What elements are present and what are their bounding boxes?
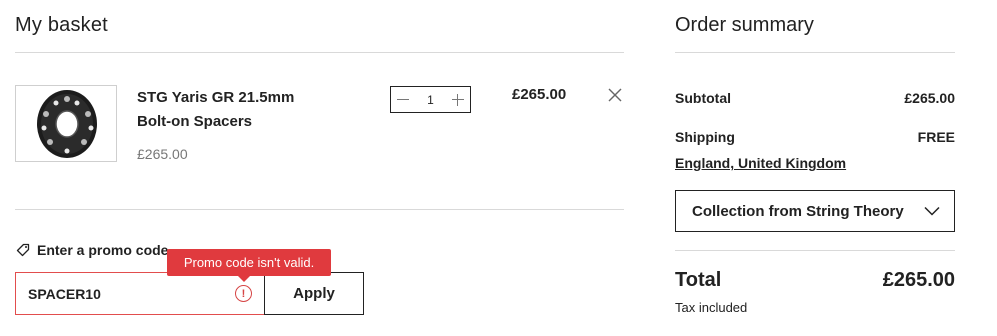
total-divider [675,250,955,251]
apply-promo-button[interactable]: Apply [264,272,364,315]
decrease-quantity-button[interactable] [396,93,410,107]
subtotal-value: £265.00 [904,90,955,106]
subtotal-row: Subtotal £265.00 [675,90,955,106]
shipping-row: Shipping FREE [675,129,955,145]
shipping-destination-link[interactable]: England, United Kingdom [675,155,846,171]
total-value: £265.00 [882,269,955,291]
subtotal-label: Subtotal [675,90,731,106]
tag-icon [16,243,30,257]
basket-header-divider [15,52,624,53]
shipping-method-value: Collection from String Theory [692,202,904,220]
tax-note: Tax included [675,300,748,315]
total-row: Total £265.00 [675,269,955,292]
close-icon[interactable] [607,87,623,103]
error-circle-icon: ! [235,285,252,302]
product-name[interactable]: STG Yaris GR 21.5mm Bolt-on Spacers [137,86,327,134]
line-total: £265.00 [512,86,567,103]
product-thumbnail[interactable] [15,85,117,162]
total-label: Total [675,269,722,291]
summary-header-divider [675,52,955,53]
product-unit-price: £265.00 [137,146,188,162]
promo-code-input[interactable]: SPACER10 [15,272,265,315]
tooltip-arrow [238,276,250,282]
promo-code-label-text: Enter a promo code [37,242,169,258]
quantity-stepper[interactable]: 1 [390,86,471,113]
shipping-method-select[interactable]: Collection from String Theory [675,190,955,232]
increase-quantity-button[interactable] [451,93,465,107]
basket-title: My basket [15,14,108,36]
promo-code-value: SPACER10 [28,285,101,302]
item-divider [15,209,624,210]
order-summary-title: Order summary [675,14,814,36]
chevron-down-icon [924,206,940,216]
shipping-value: FREE [917,129,955,145]
promo-code-label: Enter a promo code [16,242,168,258]
quantity-value: 1 [427,92,434,107]
promo-error-tooltip: Promo code isn't valid. [167,249,331,276]
wheel-spacer-image [37,90,97,158]
shipping-label: Shipping [675,129,735,145]
